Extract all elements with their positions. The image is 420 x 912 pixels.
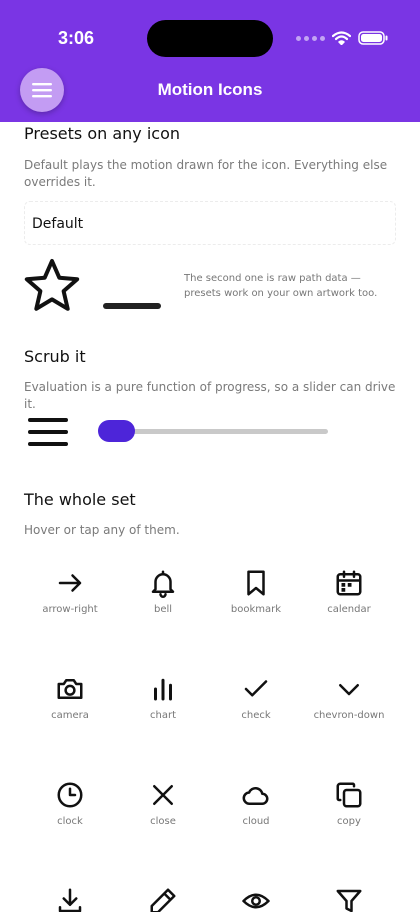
page-title: Motion Icons [157,80,263,99]
icon-label: bookmark [230,604,282,615]
bell-icon [151,570,175,598]
clock-icon [57,782,83,808]
icon-tile-check[interactable]: check [209,674,303,744]
icon-tile-cloud[interactable]: cloud [209,780,303,850]
icon-tile-copy[interactable]: copy [302,780,396,850]
hamburger-menu-icon [28,418,68,446]
presets-title: Presets on any icon [24,124,180,143]
close-icon [153,785,173,805]
icon-set-description: Hover or tap any of them. [24,523,180,537]
icon-label: close [150,816,176,827]
progress-slider-thumb[interactable] [98,420,135,442]
cloud-icon [242,786,269,805]
icon-label: cloud [242,816,270,827]
icon-label: copy [337,816,361,827]
status-icons [296,29,388,47]
camera-icon [57,679,83,699]
preset-select[interactable]: Default [24,201,396,245]
icon-label: bell [153,604,173,615]
chevron-down-icon [339,684,359,696]
scrub-title: Scrub it [24,347,86,366]
check-icon [244,680,268,697]
icon-tile-camera[interactable]: camera [23,674,117,744]
icon-label: chart [150,710,176,721]
icon-tile-chart[interactable]: chart [116,674,210,744]
signal-icon [296,35,325,41]
presets-description: Default plays the motion drawn for the i… [24,158,388,189]
download-icon [58,888,82,912]
arrow-right-icon [58,574,82,592]
presets-note: The second one is raw path data — preset… [184,273,378,299]
eye-icon [242,893,270,909]
wifi-icon [332,31,351,45]
status-time: 3:06 [58,28,95,48]
icon-label: arrow-right [42,604,98,615]
icon-tile-download[interactable] [23,886,117,912]
icon-tile-bookmark[interactable]: bookmark [209,568,303,638]
pencil-icon [150,888,176,912]
icon-tile-close[interactable]: close [116,780,210,850]
progress-slider-track[interactable] [106,429,328,434]
icon-tile-clock[interactable]: clock [23,780,117,850]
filter-icon [336,889,362,912]
icon-tile-calendar[interactable]: calendar [302,568,396,638]
custom-path-artwork[interactable] [103,303,161,309]
star-icon[interactable] [22,257,82,315]
battery-icon [358,31,388,45]
bookmark-icon [247,570,265,596]
icon-set-title: The whole set [24,490,136,509]
calendar-icon [336,570,362,596]
icon-label: clock [57,816,83,827]
chart-icon [154,678,172,701]
icon-tile-chevron-down[interactable]: chevron-down [302,674,396,744]
scrub-description: Evaluation is a pure function of progres… [24,380,396,411]
icon-label: calendar [327,604,371,615]
icon-tile-bell[interactable]: bell [116,568,210,638]
app-header: 3:06 Motion Icons [0,0,420,122]
icon-label: camera [51,710,89,721]
dynamic-island [147,20,273,57]
icon-label: check [241,710,271,721]
icon-tile-arrow-right[interactable]: arrow-right [23,568,117,638]
copy-icon [336,782,362,808]
icon-tile-eye[interactable] [209,886,303,912]
icon-label: chevron-down [313,710,385,721]
icon-tile-pencil[interactable] [116,886,210,912]
icon-tile-filter[interactable] [302,886,396,912]
